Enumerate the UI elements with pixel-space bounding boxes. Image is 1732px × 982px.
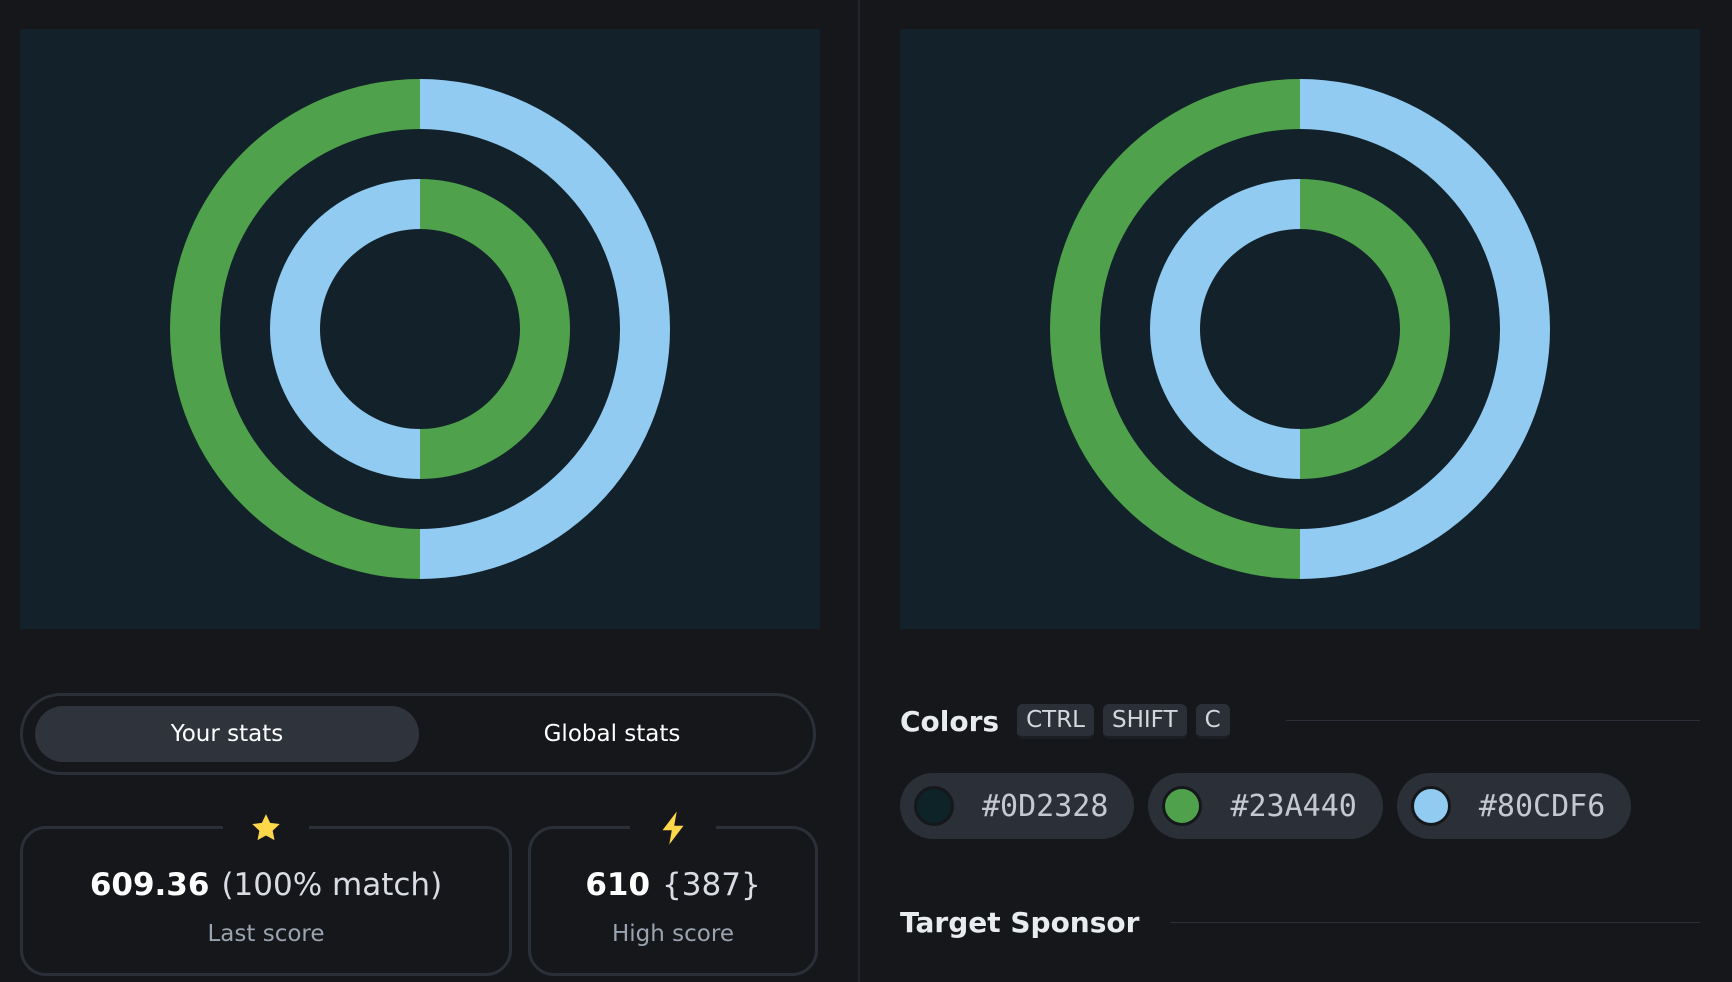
stats-toggle: Your stats Global stats [20,693,816,775]
color-hex: #80CDF6 [1478,788,1606,824]
global-stats-tab[interactable]: Global stats [420,706,804,762]
colors-title: Colors [900,704,1000,738]
high-score-value: 610 [585,867,651,903]
swatch-dot [1410,786,1451,826]
lightning-icon [630,807,716,849]
swatch-dot [1162,786,1203,826]
kbd-c: C [1195,703,1230,739]
high-score-card: 610 {387} High score [528,807,818,976]
color-chip[interactable]: #80CDF6 [1396,773,1632,839]
target-image-canvas [900,29,1700,629]
sponsor-divider [1170,922,1700,923]
your-stats-tab[interactable]: Your stats [35,706,419,762]
high-score-detail: {387} [662,867,761,903]
high-score-label: High score [612,921,734,947]
color-chip[interactable]: #0D2328 [900,773,1135,839]
color-chip[interactable]: #23A440 [1148,773,1383,839]
target-drawing [900,29,1700,629]
panel-divider [858,0,860,982]
colors-divider [1286,720,1700,721]
last-score-card: 609.36 (100% match) Last score [20,807,512,976]
user-drawing-canvas[interactable] [20,29,820,629]
star-icon [223,807,309,849]
color-hex: #23A440 [1230,788,1357,824]
sponsor-title: Target Sponsor [900,905,1140,939]
last-score-value: 609.36 [89,867,210,903]
kbd-shift: SHIFT [1103,703,1187,739]
sponsor-header: Target Sponsor [900,902,1157,942]
user-drawing [20,29,820,629]
colors-header: Colors CTRL SHIFT C [900,700,1239,742]
kbd-ctrl: CTRL [1017,703,1094,739]
color-swatches: #0D2328 #23A440 #80CDF6 [900,773,1645,839]
swatch-dot [914,786,954,826]
last-score-match: (100% match) [221,867,443,903]
last-score-label: Last score [207,921,325,947]
color-hex: #0D2328 [982,788,1109,824]
